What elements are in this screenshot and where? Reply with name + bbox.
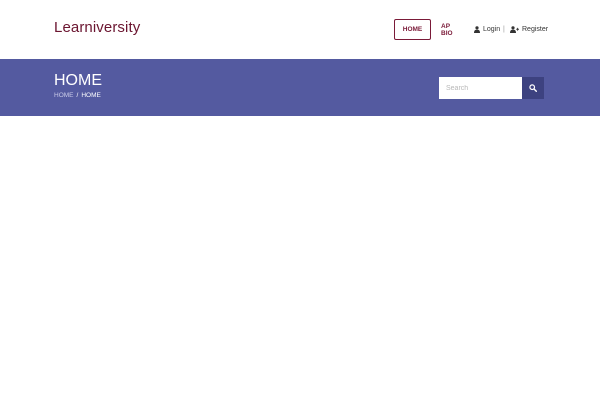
breadcrumb: HOME / HOME (54, 92, 101, 99)
page-banner: HOME HOME / HOME (0, 59, 600, 116)
site-header: Learniversity HOME AP BIO Login | Regist… (0, 0, 600, 59)
page-title: HOME (54, 72, 102, 89)
register-label: Register (522, 26, 549, 33)
breadcrumb-current: HOME (81, 92, 101, 99)
search-icon (529, 84, 537, 92)
search-input[interactable] (439, 77, 522, 99)
user-icon (474, 26, 480, 33)
register-link[interactable]: Register (510, 19, 548, 40)
login-link[interactable]: Login (474, 19, 500, 40)
search-button[interactable] (522, 77, 544, 99)
nav-separator: | (503, 26, 505, 33)
user-plus-icon (510, 26, 519, 33)
nav-home-link[interactable]: HOME (394, 19, 431, 40)
site-logo[interactable]: Learniversity (54, 19, 140, 36)
breadcrumb-separator: / (76, 92, 79, 99)
login-label: Login (483, 26, 501, 33)
breadcrumb-home-link[interactable]: HOME (54, 92, 74, 99)
nav-ap-bio-link[interactable]: AP BIO (441, 19, 453, 40)
